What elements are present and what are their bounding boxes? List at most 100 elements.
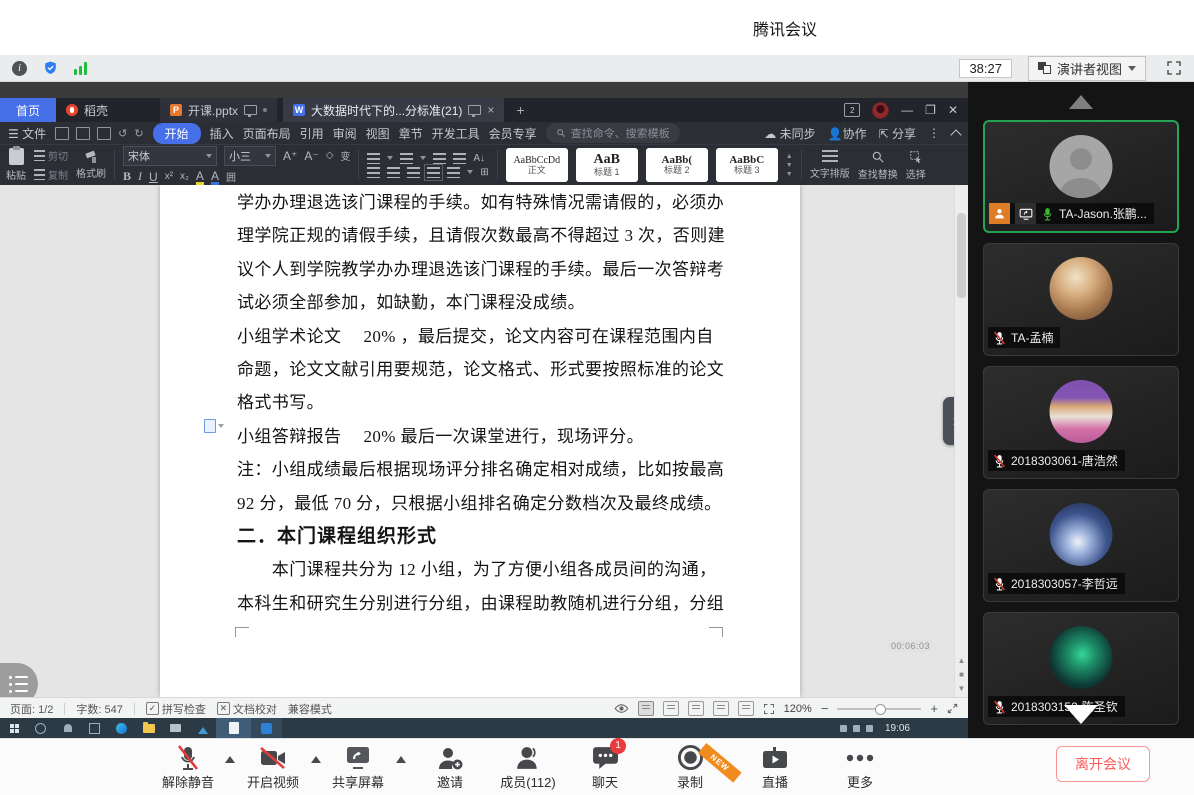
tab-doc-file-active[interactable]: W 大数据时代下的...分标准(21) × xyxy=(283,98,504,122)
more-button[interactable]: 更多 xyxy=(817,743,903,791)
character-border-button[interactable]: 囲 xyxy=(226,169,236,184)
zoom-slider[interactable] xyxy=(837,708,921,710)
zoom-level[interactable]: 120% xyxy=(784,703,812,715)
page-nav-icon[interactable]: ■ xyxy=(959,671,964,679)
scroll-up-arrow-icon[interactable] xyxy=(1069,95,1093,109)
close-tab-icon[interactable]: × xyxy=(487,104,494,116)
subscript-button[interactable]: x₂ xyxy=(180,171,189,182)
redo-icon[interactable]: ↻ xyxy=(134,127,143,140)
network-signal-icon[interactable] xyxy=(74,62,87,75)
view-outline-icon[interactable] xyxy=(663,701,679,716)
zoom-out-button[interactable]: − xyxy=(821,702,829,715)
find-replace-button[interactable]: 查找替换 xyxy=(858,150,898,181)
start-button[interactable] xyxy=(0,718,27,738)
copy-button[interactable]: 复制 xyxy=(34,167,68,182)
scrollbar-thumb[interactable] xyxy=(957,213,966,298)
participant-tile[interactable]: TA-Jason.张鹏... xyxy=(983,120,1179,233)
minimize-icon[interactable]: — xyxy=(901,104,913,116)
scroll-down-icon[interactable]: ▼ xyxy=(958,685,966,693)
participant-tile[interactable]: 2018303057-李哲远 xyxy=(983,489,1179,602)
participant-tile[interactable]: TA-孟楠 xyxy=(983,243,1179,356)
system-tray[interactable] xyxy=(840,725,873,732)
menu-member[interactable]: 会员专享 xyxy=(489,125,537,142)
menu-section[interactable]: 章节 xyxy=(399,125,423,142)
menu-dev-tools[interactable]: 开发工具 xyxy=(432,125,480,142)
document-page[interactable]: 学办办理退选该门课程的手续。如有特殊情况需请假的，必须办 理学院正规的请假手续，… xyxy=(160,185,800,697)
taskbar-clock[interactable]: 19:06 xyxy=(885,723,910,734)
scroll-up-icon[interactable]: ▲ xyxy=(958,657,966,665)
menu-references[interactable]: 引用 xyxy=(300,125,324,142)
underline-button[interactable]: U xyxy=(149,170,158,184)
increase-font-icon[interactable]: A⁺ xyxy=(283,149,297,163)
app-icon[interactable] xyxy=(189,718,216,738)
live-button[interactable]: 直播 xyxy=(732,743,818,791)
restore-icon[interactable]: ❐ xyxy=(925,104,936,116)
navigation-pane-button[interactable] xyxy=(0,663,38,697)
file-explorer-icon[interactable] xyxy=(135,718,162,738)
line-spacing-button[interactable] xyxy=(447,167,460,178)
menu-file[interactable]: ☰ 文件 xyxy=(8,125,46,142)
highlight-color-button[interactable]: A xyxy=(196,169,204,185)
command-search[interactable]: 查找命令、搜索模板 xyxy=(546,123,680,143)
shield-protection-icon[interactable] xyxy=(43,60,58,76)
format-painter-button[interactable]: 格式刷 xyxy=(76,151,106,180)
new-tab-button[interactable]: + xyxy=(504,98,536,122)
preview-icon[interactable] xyxy=(97,127,111,140)
superscript-button[interactable]: x² xyxy=(165,171,173,182)
record-button[interactable]: NEW 录制 xyxy=(647,743,733,791)
proofread-toggle[interactable]: ✕文档校对 xyxy=(217,701,277,717)
align-center-button[interactable] xyxy=(387,167,400,178)
menu-view[interactable]: 视图 xyxy=(366,125,390,142)
eye-icon[interactable] xyxy=(614,703,629,714)
vertical-scrollbar[interactable]: ▲ ■ ▼ xyxy=(954,185,968,697)
view-pen-icon[interactable] xyxy=(738,701,754,716)
participant-tile[interactable]: 2018303061-唐浩然 xyxy=(983,366,1179,479)
style-gallery-scroll[interactable]: ▲▼▼ xyxy=(786,153,793,178)
printer-icon[interactable] xyxy=(162,718,189,738)
fit-page-icon[interactable] xyxy=(763,703,775,715)
phonetic-icon[interactable]: 变 xyxy=(340,148,350,163)
save-icon[interactable] xyxy=(55,127,69,140)
style-heading3[interactable]: AaBbC 标题 3 xyxy=(716,148,778,182)
share-button[interactable]: ⇱ 分享 xyxy=(879,125,916,142)
people-icon[interactable] xyxy=(54,718,81,738)
task-view-icon[interactable] xyxy=(81,718,108,738)
print-icon[interactable] xyxy=(76,127,90,140)
decrease-font-icon[interactable]: A⁻ xyxy=(304,149,318,163)
undo-icon[interactable]: ↺ xyxy=(118,127,127,140)
invite-button[interactable]: 邀请 xyxy=(407,743,493,791)
share-options-arrow[interactable] xyxy=(396,756,406,763)
chat-button[interactable]: 1 聊天 xyxy=(562,743,648,791)
sort-button[interactable]: A↓ xyxy=(473,153,485,164)
clear-format-icon[interactable]: ◇ xyxy=(326,150,334,161)
menu-insert[interactable]: 插入 xyxy=(210,125,234,142)
spellcheck-toggle[interactable]: ✓拼写检查 xyxy=(146,701,206,717)
more-menu-icon[interactable]: ⋮ xyxy=(928,126,940,140)
window-count-badge[interactable]: 2 xyxy=(844,103,860,117)
view-book-icon[interactable] xyxy=(688,701,704,716)
comment-icon[interactable] xyxy=(204,419,216,433)
numbered-list-button[interactable] xyxy=(400,153,413,164)
quick-access-toolbar[interactable]: ↺ ↻ xyxy=(55,127,143,140)
close-icon[interactable]: ✕ xyxy=(948,104,958,116)
view-web-icon[interactable] xyxy=(713,701,729,716)
members-button[interactable]: 成员(112) xyxy=(485,743,571,791)
font-color-button[interactable]: A xyxy=(211,169,219,185)
leave-meeting-button[interactable]: 离开会议 xyxy=(1056,746,1150,782)
cut-button[interactable]: 剪切 xyxy=(34,148,68,163)
meeting-info-icon[interactable]: i xyxy=(12,61,27,76)
active-app-2[interactable] xyxy=(251,718,282,738)
select-button[interactable]: 选择 xyxy=(906,150,926,181)
unmute-button[interactable]: 解除静音 xyxy=(145,743,231,791)
text-layout-button[interactable]: 文字排版 xyxy=(810,150,850,180)
active-app-wps[interactable] xyxy=(216,718,251,738)
view-page-icon[interactable] xyxy=(638,701,654,716)
tab-home[interactable]: 首页 xyxy=(0,98,56,122)
start-video-button[interactable]: 开启视频 xyxy=(230,743,316,791)
menu-review[interactable]: 审阅 xyxy=(333,125,357,142)
view-mode-button[interactable]: 演讲者视图 xyxy=(1028,56,1146,81)
font-size-select[interactable]: 小三 xyxy=(224,146,276,166)
sync-status[interactable]: ☁ 未同步 xyxy=(764,125,815,142)
bullet-list-button[interactable] xyxy=(367,153,380,164)
decrease-indent-button[interactable] xyxy=(433,153,446,164)
